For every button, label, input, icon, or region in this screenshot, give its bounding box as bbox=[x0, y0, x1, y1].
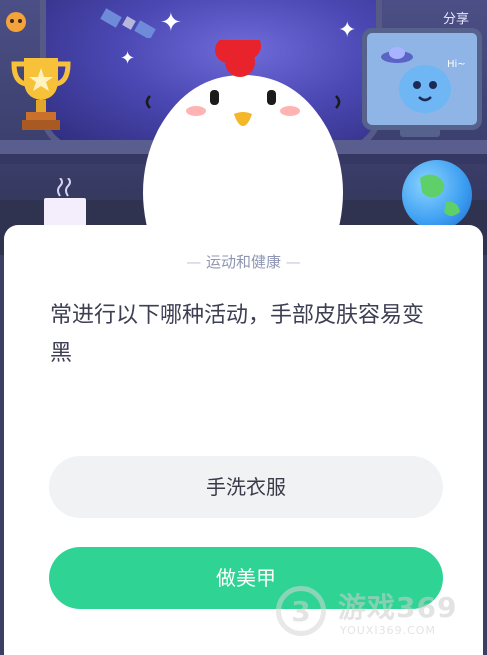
watermark-logo: 3 bbox=[276, 586, 326, 636]
fox-badge-icon bbox=[6, 12, 26, 32]
monitor-greeting: Hi~ bbox=[447, 59, 466, 70]
watermark-title: 游戏369 bbox=[338, 591, 458, 624]
alien-icon: Hi~ bbox=[381, 47, 466, 113]
answer-option-1[interactable]: 手洗衣服 bbox=[49, 456, 443, 518]
category-label: — 运动和健康 — bbox=[4, 251, 483, 272]
star-icon: ✦ bbox=[160, 8, 182, 38]
trophy-icon bbox=[11, 58, 71, 130]
watermark-subtitle: YOUXI369.COM bbox=[340, 624, 436, 637]
chicken-mascot bbox=[143, 40, 343, 255]
header-illustration: ✦ ✦ ✦ Hi~ 分享 bbox=[0, 0, 487, 255]
monitor: Hi~ bbox=[362, 28, 482, 130]
globe-icon bbox=[402, 160, 472, 230]
divider-left: — bbox=[186, 253, 206, 271]
watermark: 3 游戏369 YOUXI369.COM bbox=[276, 584, 476, 646]
star-icon: ✦ bbox=[338, 18, 357, 43]
share-button[interactable]: 分享 bbox=[443, 8, 469, 27]
category-text: 运动和健康 bbox=[205, 253, 281, 271]
divider-right: — bbox=[281, 253, 301, 271]
steam-icon bbox=[57, 178, 71, 197]
monitor-stand bbox=[400, 125, 440, 137]
question-text: 常进行以下哪种活动，手部皮肤容易变黑 bbox=[50, 303, 425, 366]
satellite-icon bbox=[100, 8, 156, 38]
